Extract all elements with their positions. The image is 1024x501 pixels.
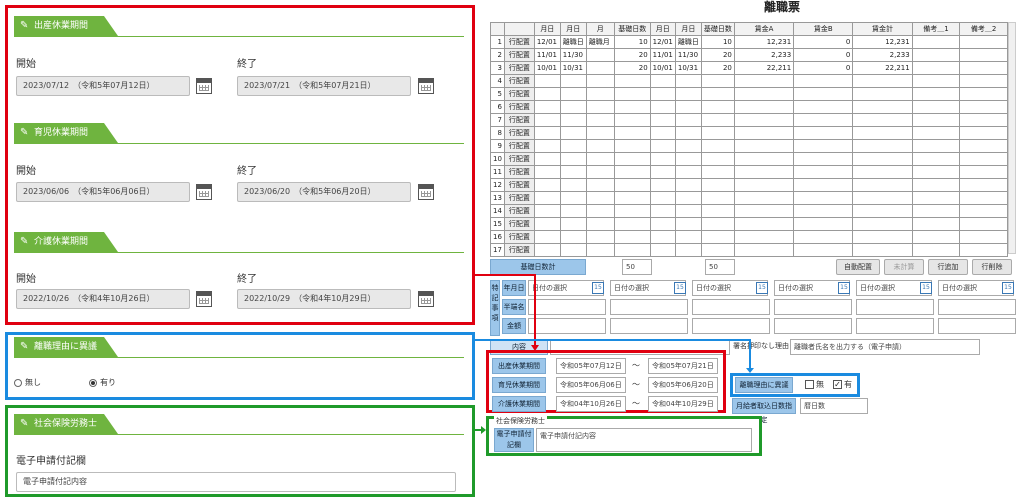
connector-arrows: [475, 274, 754, 434]
